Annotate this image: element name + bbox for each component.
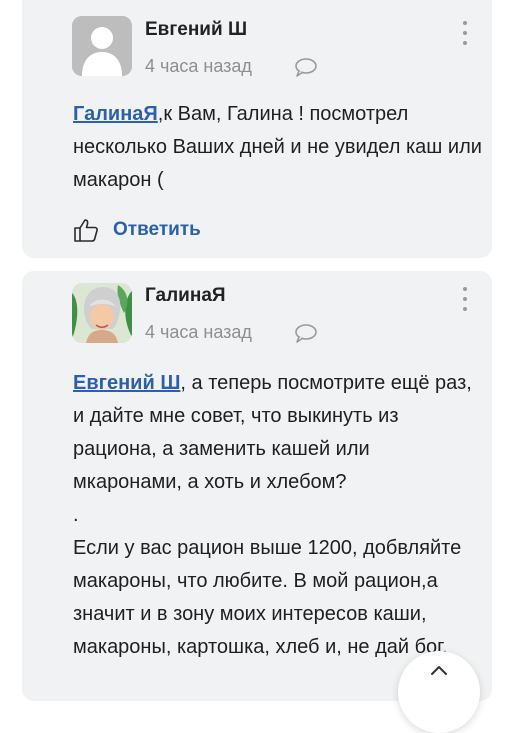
- avatar[interactable]: [72, 16, 132, 76]
- thumbs-up-icon: [74, 219, 98, 242]
- mention-link[interactable]: Евгений Ш: [73, 372, 180, 394]
- comment-text: Евгений Ш, а теперь посмотрите ещё раз, …: [73, 367, 483, 664]
- comment-timestamp: 4 часа назад: [145, 322, 252, 342]
- reply-label: Ответить: [113, 219, 201, 240]
- separator-dot: .: [73, 504, 79, 526]
- user-photo-icon: [72, 283, 132, 343]
- comment-author[interactable]: ГалинаЯ: [145, 285, 226, 307]
- scroll-to-top-button[interactable]: [398, 651, 480, 733]
- avatar[interactable]: [72, 283, 132, 343]
- more-vertical-icon[interactable]: [462, 21, 468, 47]
- comment-body-continued: Если у вас рацион выше 1200, добвляйте м…: [73, 537, 462, 658]
- chevron-up-icon: [431, 666, 447, 675]
- default-avatar-icon: [72, 16, 132, 76]
- speech-bubble-icon[interactable]: [294, 323, 318, 343]
- comment-card: ГалинаЯ 4 часа назад Евгений Ш, а теперь…: [22, 271, 492, 701]
- speech-bubble-icon[interactable]: [294, 57, 318, 77]
- more-vertical-icon[interactable]: [462, 287, 468, 313]
- mention-link[interactable]: ГалинаЯ: [73, 103, 158, 125]
- comment-author[interactable]: Евгений Ш: [145, 19, 247, 41]
- comment-timestamp: 4 часа назад: [145, 56, 252, 76]
- comment-card: Евгений Ш 4 часа назад ГалинаЯ,к Вам, Га…: [22, 0, 492, 258]
- reply-button[interactable]: Ответить: [73, 218, 201, 242]
- comment-text: ГалинаЯ,к Вам, Галина ! посмотрел нескол…: [73, 98, 483, 197]
